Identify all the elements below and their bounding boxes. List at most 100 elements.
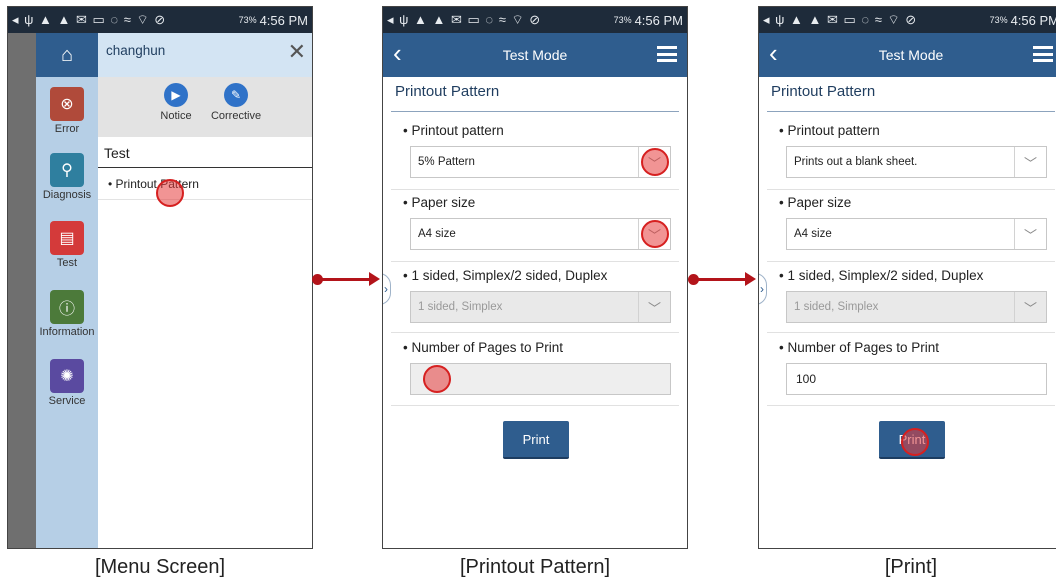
nav-bar: ‹ Test Mode xyxy=(383,33,687,77)
tap-marker xyxy=(156,179,184,207)
back-icon[interactable]: ‹ xyxy=(769,39,778,67)
printout-pattern-value: Prints out a blank sheet. xyxy=(794,156,918,168)
section-heading: Test xyxy=(104,145,130,161)
menu-icon[interactable] xyxy=(657,46,677,62)
chevron-right-icon: › xyxy=(384,282,388,296)
printer-icon: ▤ xyxy=(50,221,84,255)
clock: 4:56 PM xyxy=(634,12,683,28)
nav-title: Test Mode xyxy=(878,47,944,63)
paper-size-label: • Paper size xyxy=(403,195,476,210)
field-divider xyxy=(391,261,679,262)
tap-marker xyxy=(641,148,669,176)
nav-item-information[interactable]: ⓘ Information xyxy=(36,290,98,338)
pages-label: • Number of Pages to Print xyxy=(403,340,564,355)
status-icons: ◂ ψ ▲ ▲ ✉ ▭ ◌ ≈ ⌔ ⊘ xyxy=(387,12,542,27)
duplex-label: • 1 sided, Simplex/2 sided, Duplex xyxy=(779,268,984,283)
nav-item-label: Information xyxy=(39,326,95,338)
nav-item-service[interactable]: ✺ Service xyxy=(36,359,98,407)
print-screen: ◂ ψ ▲ ▲ ✉ ▭ ◌ ≈ ⌔ ⊘ 73% 4:56 PM ‹ Test M… xyxy=(758,6,1056,549)
gear-icon: ✺ xyxy=(50,359,84,393)
field-divider xyxy=(767,189,1055,190)
info-icon: ⓘ xyxy=(50,290,84,324)
field-divider xyxy=(391,332,679,333)
home-button[interactable]: ⌂ xyxy=(36,33,98,77)
tap-marker xyxy=(641,220,669,248)
status-bar: ◂ ψ ▲ ▲ ✉ ▭ ◌ ≈ ⌔ ⊘ 73% 4:56 PM xyxy=(383,7,687,33)
paper-size-value: A4 size xyxy=(418,228,456,240)
duplex-value: 1 sided, Simplex xyxy=(794,301,879,313)
battery-level: 73% xyxy=(989,15,1008,25)
paper-size-select[interactable]: A4 size ﹀ xyxy=(410,218,671,250)
menu-screen: ◂ ψ ▲ ▲ ✉ ▭ ◌ ≈ ⌔ ⊘ 73% 4:56 PM ⌂ ⊗ Erro… xyxy=(7,6,313,549)
background-app-strip xyxy=(8,33,36,548)
field-divider xyxy=(391,189,679,190)
corrective-label: Corrective xyxy=(210,110,262,122)
home-icon: ⌂ xyxy=(60,43,74,66)
search-icon: ⚲ xyxy=(50,153,84,187)
field-divider xyxy=(767,332,1055,333)
caption-print: [Print] xyxy=(884,556,938,578)
error-icon: ⊗ xyxy=(50,87,84,121)
menu-header: changhun ✕ xyxy=(98,33,312,77)
drawer-tab[interactable]: › xyxy=(759,273,767,305)
chevron-down-icon: ﹀ xyxy=(1014,292,1046,322)
field-divider xyxy=(391,405,679,406)
clock: 4:56 PM xyxy=(1010,12,1056,28)
notice-icon: ▶ xyxy=(164,83,188,107)
status-bar: ◂ ψ ▲ ▲ ✉ ▭ ◌ ≈ ⌔ ⊘ 73% 4:56 PM xyxy=(759,7,1056,33)
pages-input[interactable]: 100 xyxy=(786,363,1047,395)
status-bar: ◂ ψ ▲ ▲ ✉ ▭ ◌ ≈ ⌔ ⊘ 73% 4:56 PM xyxy=(8,7,312,33)
tap-marker xyxy=(423,365,451,393)
paper-size-select[interactable]: A4 size ﹀ xyxy=(786,218,1047,250)
nav-item-label: Test xyxy=(56,257,78,269)
printout-pattern-screen: ◂ ψ ▲ ▲ ✉ ▭ ◌ ≈ ⌔ ⊘ 73% 4:56 PM ‹ Test M… xyxy=(382,6,688,549)
battery-level: 73% xyxy=(238,15,257,25)
user-name: changhun xyxy=(106,43,166,58)
nav-item-label: Diagnosis xyxy=(42,189,92,201)
menu-icon[interactable] xyxy=(1033,46,1053,62)
battery-level: 73% xyxy=(613,15,632,25)
print-button[interactable]: Print xyxy=(503,421,569,459)
back-icon[interactable]: ‹ xyxy=(393,39,402,67)
caption-menu-screen: [Menu Screen] xyxy=(94,556,226,578)
section-divider xyxy=(98,167,312,168)
nav-item-test[interactable]: ▤ Test xyxy=(36,221,98,269)
page-title: Printout Pattern xyxy=(771,83,876,100)
chevron-right-icon: › xyxy=(760,282,764,296)
printout-pattern-select[interactable]: 5% Pattern ﹀ xyxy=(410,146,671,178)
status-icons: ◂ ψ ▲ ▲ ✉ ▭ ◌ ≈ ⌔ ⊘ xyxy=(763,12,918,27)
paper-size-value: A4 size xyxy=(794,228,832,240)
field-divider xyxy=(767,261,1055,262)
chevron-down-icon[interactable]: ﹀ xyxy=(1014,219,1046,249)
flow-arrow xyxy=(688,272,756,286)
notice-label: Notice xyxy=(160,110,192,122)
menu-item-printout-pattern[interactable]: • Printout Pattern xyxy=(108,177,199,191)
close-icon[interactable]: ✕ xyxy=(288,39,306,65)
nav-item-diagnosis[interactable]: ⚲ Diagnosis xyxy=(36,153,98,201)
title-divider xyxy=(767,111,1055,112)
corrective-button[interactable]: ✎ Corrective xyxy=(206,83,266,122)
nav-bar: ‹ Test Mode xyxy=(759,33,1056,77)
flow-arrow xyxy=(312,272,380,286)
printout-pattern-select[interactable]: Prints out a blank sheet. ﹀ xyxy=(786,146,1047,178)
duplex-select: 1 sided, Simplex ﹀ xyxy=(786,291,1047,323)
drawer-tab[interactable]: › xyxy=(383,273,391,305)
nav-item-label: Service xyxy=(48,395,86,407)
duplex-value: 1 sided, Simplex xyxy=(418,301,503,313)
menu-panel: changhun ✕ ▶ Notice ✎ Corrective Test • … xyxy=(98,33,312,548)
edit-icon: ✎ xyxy=(224,83,248,107)
tap-marker xyxy=(901,428,929,456)
item-divider xyxy=(98,199,312,200)
chevron-down-icon: ﹀ xyxy=(638,292,670,322)
quick-actions: ▶ Notice ✎ Corrective xyxy=(98,77,312,137)
chevron-down-icon[interactable]: ﹀ xyxy=(1014,147,1046,177)
notice-button[interactable]: ▶ Notice xyxy=(146,83,206,122)
printout-pattern-value: 5% Pattern xyxy=(418,156,475,168)
pages-label: • Number of Pages to Print xyxy=(779,340,940,355)
nav-item-error[interactable]: ⊗ Error xyxy=(36,87,98,135)
paper-size-label: • Paper size xyxy=(779,195,852,210)
status-icons: ◂ ψ ▲ ▲ ✉ ▭ ◌ ≈ ⌔ ⊘ xyxy=(12,12,167,27)
clock: 4:56 PM xyxy=(259,12,308,28)
field-divider xyxy=(767,405,1055,406)
printout-pattern-label: • Printout pattern xyxy=(779,123,880,138)
